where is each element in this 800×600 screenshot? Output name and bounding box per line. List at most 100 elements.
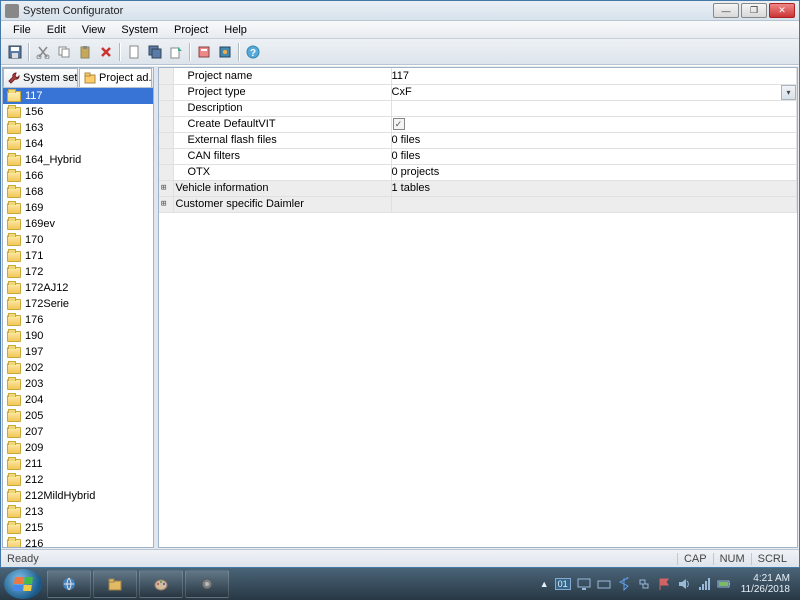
wifi-icon[interactable] xyxy=(697,577,711,591)
tree-item[interactable]: 166 xyxy=(3,168,153,184)
tray-lang[interactable]: 01 xyxy=(555,578,571,590)
task-ie[interactable] xyxy=(47,570,91,598)
network-icon[interactable] xyxy=(637,577,651,591)
tree-item[interactable]: 172 xyxy=(3,264,153,280)
tree-item[interactable]: 197 xyxy=(3,344,153,360)
dropdown-arrow-icon[interactable]: ▾ xyxy=(781,85,796,100)
task-explorer[interactable] xyxy=(93,570,137,598)
tree-item[interactable]: 156 xyxy=(3,104,153,120)
delete-button[interactable] xyxy=(96,42,116,62)
keyboard-icon[interactable] xyxy=(597,577,611,591)
tray-clock[interactable]: 4:21 AM 11/26/2018 xyxy=(737,573,794,595)
tree-item[interactable]: 216 xyxy=(3,536,153,547)
paste-button[interactable] xyxy=(75,42,95,62)
prop-value[interactable]: 0 files xyxy=(392,134,421,146)
prop-value[interactable]: CxF xyxy=(392,86,412,98)
prop-value[interactable]: 0 files xyxy=(392,150,421,162)
prop-row-project-name[interactable]: Project name 117 xyxy=(159,68,797,84)
tree-item[interactable]: 171 xyxy=(3,248,153,264)
prop-row-project-type[interactable]: Project type CxF ▾ xyxy=(159,84,797,100)
flag-icon[interactable] xyxy=(657,577,671,591)
project-tree[interactable]: 117156163164164_Hybrid166168169169ev 170 1… xyxy=(3,88,153,547)
tree-item[interactable]: 117 xyxy=(3,88,153,104)
tree-item[interactable]: 169ev xyxy=(3,216,153,232)
tree-item[interactable]: 204 xyxy=(3,392,153,408)
save-all-button[interactable] xyxy=(145,42,165,62)
tree-item[interactable]: 176 xyxy=(3,312,153,328)
tree-item[interactable]: 205 xyxy=(3,408,153,424)
menu-system[interactable]: System xyxy=(113,22,166,38)
tree-item[interactable]: 215 xyxy=(3,520,153,536)
prop-label: Project name xyxy=(188,70,253,82)
tree-item[interactable]: 209 xyxy=(3,440,153,456)
tree-item[interactable]: 172Serie xyxy=(3,296,153,312)
prop-row-customer[interactable]: ⊞ Customer specific Daimler xyxy=(159,196,797,212)
paste-icon xyxy=(78,45,92,59)
folder-icon xyxy=(7,123,21,134)
tree-item[interactable]: 190 xyxy=(3,328,153,344)
start-button[interactable] xyxy=(4,569,42,599)
task-configurator[interactable] xyxy=(185,570,229,598)
folder-icon xyxy=(7,443,21,454)
maximize-button[interactable]: ❐ xyxy=(741,3,767,18)
cut-button[interactable] xyxy=(33,42,53,62)
system-tray[interactable]: ▲ 01 4:21 AM 11/26/2018 xyxy=(534,573,800,595)
tab-system-settings[interactable]: System sett... xyxy=(3,68,78,87)
menu-help[interactable]: Help xyxy=(216,22,255,38)
app-window: System Configurator — ❐ ✕ File Edit View… xyxy=(0,0,800,568)
tree-item[interactable]: 203 xyxy=(3,376,153,392)
task-paint[interactable] xyxy=(139,570,183,598)
prop-row-external-flash[interactable]: External flash files 0 files xyxy=(159,132,797,148)
tab-project-admin[interactable]: Project ad... xyxy=(79,68,152,87)
expand-icon[interactable]: ⊞ xyxy=(159,196,173,212)
bluetooth-icon[interactable] xyxy=(617,577,631,591)
help-button[interactable]: ? xyxy=(243,42,263,62)
tree-item[interactable]: 213 xyxy=(3,504,153,520)
tray-date: 11/26/2018 xyxy=(741,584,790,595)
tree-item-label: 171 xyxy=(25,250,43,262)
prop-row-create-default-vit[interactable]: Create DefaultVIT ✓ xyxy=(159,116,797,132)
tree-item[interactable]: 212 xyxy=(3,472,153,488)
tree-item[interactable]: 169 xyxy=(3,200,153,216)
expand-icon[interactable]: ⊞ xyxy=(159,180,173,196)
tree-item[interactable]: 168 xyxy=(3,184,153,200)
tree-item[interactable]: 170 xyxy=(3,232,153,248)
tree-item[interactable]: 212MildHybrid xyxy=(3,488,153,504)
close-button[interactable]: ✕ xyxy=(769,3,795,18)
tree-item[interactable]: 164_Hybrid xyxy=(3,152,153,168)
folder-icon xyxy=(7,267,21,278)
export-button[interactable] xyxy=(166,42,186,62)
properties-button[interactable] xyxy=(194,42,214,62)
tray-arrow-icon[interactable]: ▲ xyxy=(540,579,549,589)
menu-edit[interactable]: Edit xyxy=(39,22,74,38)
tree-item[interactable]: 207 xyxy=(3,424,153,440)
prop-value[interactable]: 117 xyxy=(392,70,410,82)
tree-item[interactable]: 202 xyxy=(3,360,153,376)
titlebar[interactable]: System Configurator — ❐ ✕ xyxy=(1,1,799,21)
checkbox[interactable]: ✓ xyxy=(393,118,405,130)
toolbar-separator xyxy=(28,43,30,61)
module-button[interactable] xyxy=(215,42,235,62)
copy-button[interactable] xyxy=(54,42,74,62)
gear-icon xyxy=(200,577,214,591)
prop-row-vehicle-info[interactable]: ⊞ Vehicle information 1 tables xyxy=(159,180,797,196)
tree-item[interactable]: 163 xyxy=(3,120,153,136)
monitor-icon[interactable] xyxy=(577,577,591,591)
tree-item-label: 170 xyxy=(25,234,43,246)
volume-icon[interactable] xyxy=(677,577,691,591)
prop-value[interactable]: 0 projects xyxy=(392,166,440,178)
menu-view[interactable]: View xyxy=(74,22,114,38)
tree-item[interactable]: 172AJ12 xyxy=(3,280,153,296)
toolbar-separator xyxy=(119,43,121,61)
new-button[interactable] xyxy=(124,42,144,62)
prop-row-otx[interactable]: OTX 0 projects xyxy=(159,164,797,180)
battery-icon[interactable] xyxy=(717,577,731,591)
prop-row-description[interactable]: Description xyxy=(159,100,797,116)
menu-file[interactable]: File xyxy=(5,22,39,38)
prop-row-can-filters[interactable]: CAN filters 0 files xyxy=(159,148,797,164)
tree-item[interactable]: 164 xyxy=(3,136,153,152)
minimize-button[interactable]: — xyxy=(713,3,739,18)
save-button[interactable] xyxy=(5,42,25,62)
tree-item[interactable]: 211 xyxy=(3,456,153,472)
menu-project[interactable]: Project xyxy=(166,22,216,38)
